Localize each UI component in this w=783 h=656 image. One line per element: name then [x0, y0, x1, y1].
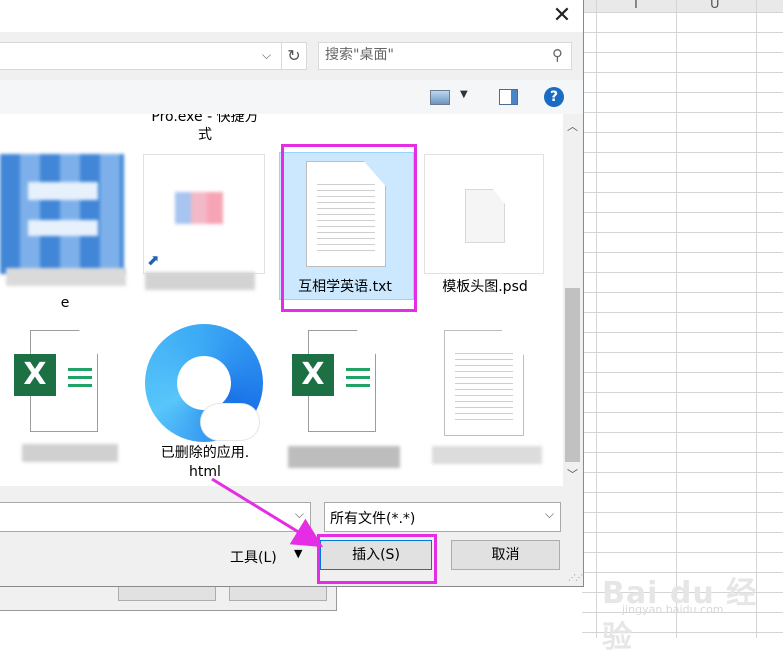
vertical-scrollbar[interactable]: ︿ ﹀: [563, 114, 582, 486]
sheet-row-line: [582, 492, 783, 493]
scroll-down-icon[interactable]: ﹀: [567, 466, 578, 482]
file-item-excel-1[interactable]: X: [8, 328, 118, 478]
watermark-url: jingyan.baidu.com: [622, 603, 724, 616]
file-item-psd[interactable]: 模板头图.psd: [424, 154, 546, 304]
file-label: e: [60, 295, 70, 311]
file-label: 模板头图.psd: [442, 279, 528, 295]
insert-file-dialog: ✕ ⌵ ↻ ⚲ ▼ ? Pro.exe - 快捷方 式 e ⬈: [0, 0, 584, 587]
sheet-row-line: [582, 212, 783, 213]
search-input[interactable]: [325, 46, 535, 64]
blurred-app-icon: [0, 154, 124, 274]
sheet-row-line: [582, 312, 783, 313]
file-item-txt-2[interactable]: [430, 328, 546, 478]
filename-input[interactable]: ⌵: [0, 502, 311, 532]
sheet-row-line: [582, 152, 783, 153]
resize-grip-icon[interactable]: ⋰⋰: [568, 573, 583, 582]
sheet-row-line: [582, 392, 783, 393]
excel-x-icon: X: [14, 354, 56, 396]
sheet-row-line: [582, 52, 783, 53]
file-item-blurred-app[interactable]: e: [0, 154, 130, 314]
scrollbar-thumb[interactable]: [565, 288, 580, 462]
sheet-row-line: [582, 412, 783, 413]
sheet-row-line: [582, 12, 783, 13]
sheet-row-line: [582, 172, 783, 173]
sheet-row-line: [582, 232, 783, 233]
file-list[interactable]: Pro.exe - 快捷方 式 e ⬈ 互相学英语.txt 模板头图.psd X…: [0, 114, 563, 486]
sheet-row-line: [582, 432, 783, 433]
file-item-shortcut[interactable]: ⬈: [143, 154, 265, 304]
insert-highlight: [317, 534, 437, 584]
sheet-row-line: [582, 372, 783, 373]
tools-menu[interactable]: 工具(L) ▼: [230, 547, 302, 567]
sheet-row-line: [582, 552, 783, 553]
sheet-row-line: [582, 472, 783, 473]
excel-x-icon: X: [292, 354, 334, 396]
text-file-icon: [444, 330, 524, 436]
sheet-row-line: [582, 132, 783, 133]
file-label: Pro.exe - 快捷方 式: [151, 114, 259, 143]
title-bar: ✕: [0, 0, 583, 32]
chevron-down-icon[interactable]: ⌵: [262, 48, 271, 63]
view-dropdown-icon[interactable]: ▼: [460, 89, 468, 100]
address-bar[interactable]: ⌵ ↻: [0, 42, 307, 70]
sheet-row-line: [582, 352, 783, 353]
cancel-button[interactable]: 取消: [451, 540, 560, 570]
background-dialog-button: [118, 586, 216, 601]
chevron-down-icon[interactable]: ⌵: [545, 507, 554, 522]
column-header-u: U: [710, 0, 720, 12]
sheet-row-line: [582, 72, 783, 73]
toolbar: [0, 80, 583, 114]
spreadsheet-background: T U: [582, 0, 783, 638]
sheet-row-line: [582, 272, 783, 273]
close-icon[interactable]: ✕: [550, 4, 574, 28]
file-item-excel-2[interactable]: X: [286, 328, 402, 478]
search-icon[interactable]: ⚲: [552, 46, 563, 64]
selection-highlight: [281, 144, 417, 312]
sheet-row-line: [582, 112, 783, 113]
sheet-row-line: [582, 252, 783, 253]
sheet-row-line: [582, 332, 783, 333]
file-type-select[interactable]: 所有文件(*.*) ⌵: [324, 502, 561, 532]
sheet-row-line: [582, 92, 783, 93]
file-item-html[interactable]: 已删除的应用. html: [143, 324, 267, 480]
view-mode-icon[interactable]: [430, 90, 450, 105]
cloud-icon: [201, 404, 259, 440]
column-header-t: T: [632, 0, 640, 12]
sheet-row-line: [582, 292, 783, 293]
preview-pane-icon[interactable]: [499, 89, 518, 105]
scroll-up-icon[interactable]: ︿: [567, 118, 578, 134]
sheet-row-line: [582, 512, 783, 513]
refresh-icon[interactable]: ↻: [281, 43, 306, 69]
sheet-row-line: [582, 532, 783, 533]
chevron-down-icon[interactable]: ⌵: [295, 507, 304, 522]
help-icon[interactable]: ?: [544, 87, 564, 107]
file-type-selected: 所有文件(*.*): [330, 511, 416, 527]
sheet-row-line: [582, 32, 783, 33]
sheet-row-line: [582, 192, 783, 193]
shortcut-arrow-icon: ⬈: [147, 252, 163, 268]
file-label: 已删除的应用. html: [160, 445, 250, 480]
sheet-row-line: [582, 452, 783, 453]
background-dialog-button: [229, 586, 327, 601]
blank-file-icon: [424, 154, 544, 274]
dropdown-arrow-icon: ▼: [294, 547, 303, 560]
tools-label: 工具(L): [230, 550, 277, 566]
search-box[interactable]: ⚲: [318, 42, 572, 70]
